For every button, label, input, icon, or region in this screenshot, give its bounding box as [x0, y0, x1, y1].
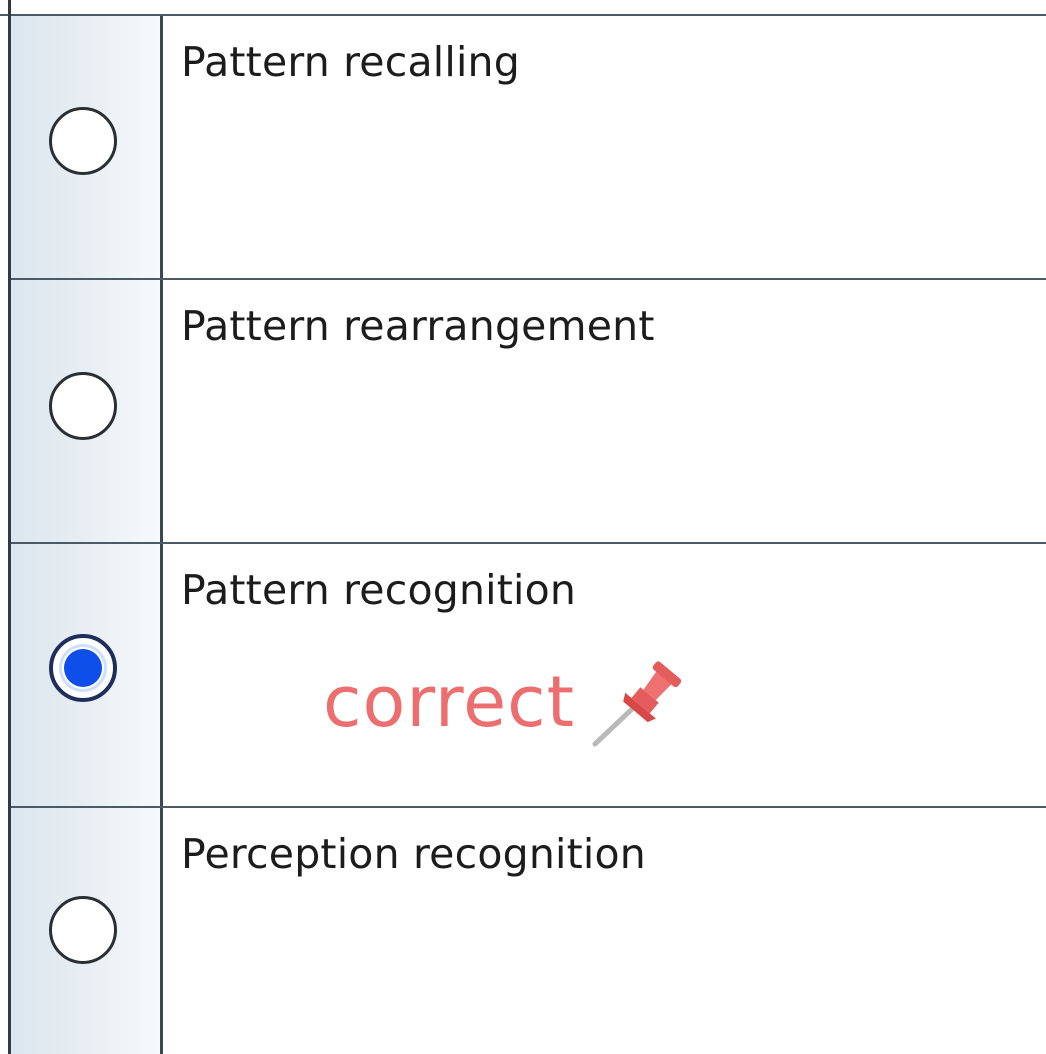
option-row-pattern-recognition[interactable]: Pattern recognition correct [11, 544, 1046, 808]
option-cell[interactable]: Pattern recalling [163, 16, 1046, 278]
radio-button-selected[interactable] [49, 634, 117, 702]
radio-cell[interactable] [11, 808, 163, 1054]
correct-label: correct [323, 661, 576, 743]
option-label: Pattern recalling [181, 38, 520, 86]
radio-cell[interactable] [11, 544, 163, 806]
option-row-perception-recognition[interactable]: Perception recognition [11, 808, 1046, 1054]
radio-button-unselected[interactable] [49, 107, 117, 175]
option-row-pattern-rearrangement[interactable]: Pattern rearrangement [11, 280, 1046, 544]
radio-selected-dot [64, 649, 102, 687]
option-label: Perception recognition [181, 830, 646, 878]
option-list: Pattern recalling Pattern rearrangement … [11, 16, 1046, 1054]
radio-button-unselected[interactable] [49, 896, 117, 964]
option-cell[interactable]: Perception recognition [163, 808, 1046, 1054]
radio-cell[interactable] [11, 16, 163, 278]
pushpin-icon [592, 661, 682, 747]
quiz-options-panel: Pattern recalling Pattern rearrangement … [0, 0, 1046, 1054]
option-label: Pattern rearrangement [181, 302, 655, 350]
option-cell[interactable]: Pattern recognition correct [163, 544, 1046, 806]
correct-feedback: correct [323, 654, 695, 750]
top-divider [0, 0, 1046, 16]
option-row-pattern-recalling[interactable]: Pattern recalling [11, 16, 1046, 280]
option-label: Pattern recognition [181, 566, 577, 614]
radio-cell[interactable] [11, 280, 163, 542]
radio-button-unselected[interactable] [49, 372, 117, 440]
option-cell[interactable]: Pattern rearrangement [163, 280, 1046, 542]
